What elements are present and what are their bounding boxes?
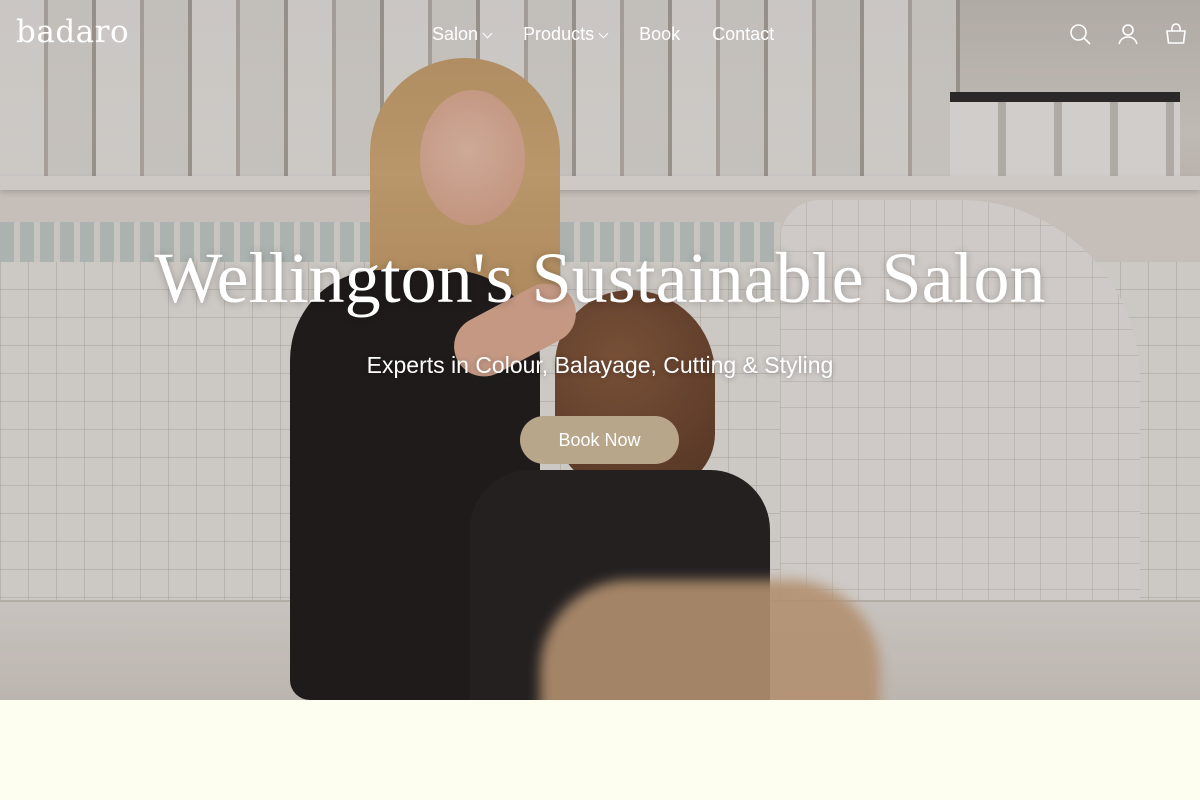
- next-section: [0, 700, 1200, 800]
- hero-section: badaro Salon Products Book Contact Welli…: [0, 0, 1200, 700]
- hero-title: Wellington's Sustainable Salon: [154, 238, 1046, 318]
- book-now-button[interactable]: Book Now: [520, 416, 679, 464]
- hero-content: Wellington's Sustainable Salon Experts i…: [0, 0, 1200, 700]
- hero-subtitle: Experts in Colour, Balayage, Cutting & S…: [366, 352, 834, 378]
